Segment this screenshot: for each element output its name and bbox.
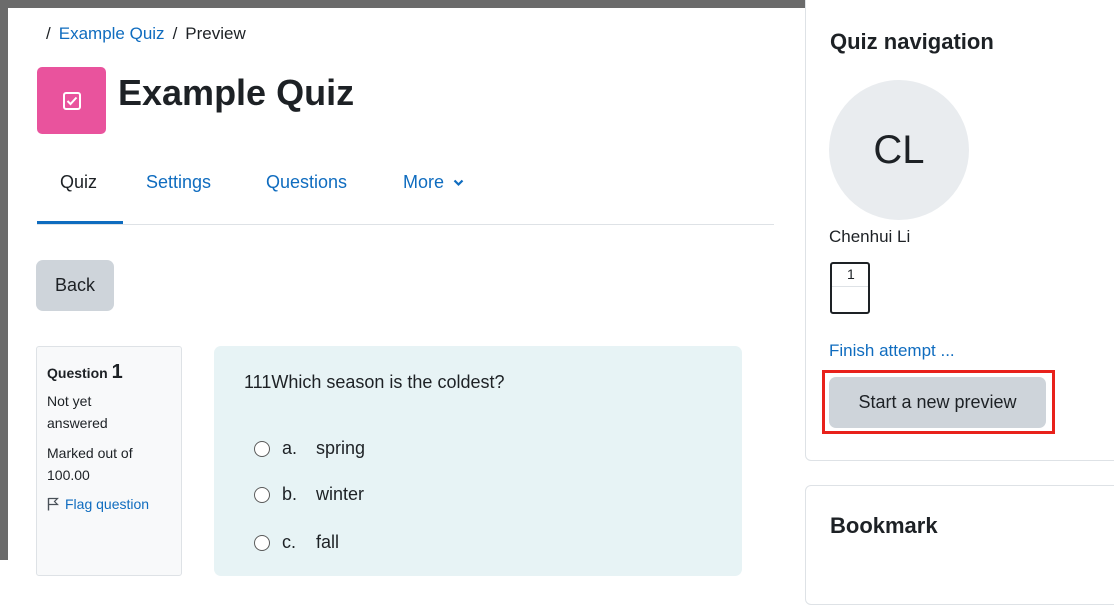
user-name: Chenhui Li [829,227,911,246]
option-letter: c. [282,532,297,552]
avatar: CL [829,80,969,220]
radio-button[interactable] [254,486,270,503]
question-label: Question [47,365,108,381]
question-number: 1 [111,361,123,383]
question-nav-button-1[interactable]: 1 [830,262,870,314]
tab-quiz[interactable]: Quiz [60,172,97,193]
radio-button[interactable] [254,440,270,457]
question-content: 111Which season is the coldest? a. sprin… [214,346,742,576]
option-letter: b. [282,484,298,504]
radio-button[interactable] [254,534,270,551]
back-button[interactable]: Back [36,260,114,311]
flag-question-label: Flag question [65,496,150,512]
breadcrumb-link-example-quiz[interactable]: Example Quiz [59,24,165,43]
answer-option-a[interactable]: a. spring [254,438,365,459]
quiz-navigation-title: Quiz navigation [830,29,994,54]
chevron-down-icon [453,179,464,187]
tab-more[interactable]: More [403,172,464,193]
window-frame-left [0,0,8,560]
option-label: spring [316,438,366,458]
option-label: winter [316,484,365,504]
tab-questions[interactable]: Questions [266,172,347,193]
highlight-box [822,370,1055,434]
bookmark-panel: Bookmark [805,485,1114,605]
page-title: Example Quiz [118,72,355,113]
breadcrumb-separator: / [46,24,51,43]
bookmark-title: Bookmark [830,513,938,538]
question-marks-line2: 100.00 [47,467,90,483]
question-marks-line1: Marked out of [47,445,133,461]
option-letter: a. [282,438,298,458]
answer-option-c[interactable]: c. fall [254,532,339,553]
answer-option-b[interactable]: b. winter [254,484,364,505]
quiz-checkbox-icon [37,67,106,134]
question-text: 111Which season is the coldest? [244,372,505,392]
breadcrumb-current: Preview [185,24,246,43]
question-info-panel: Question 1 Not yet answered Marked out o… [36,346,182,576]
tab-settings[interactable]: Settings [146,172,211,193]
flag-icon [47,497,59,511]
question-status-line2: answered [47,415,108,431]
breadcrumb-separator: / [172,24,178,43]
flag-question-link[interactable]: Flag question [47,496,171,512]
question-nav-divider [832,286,868,287]
question-status-line1: Not yet [47,393,92,409]
question-number-heading: Question 1 [47,361,171,384]
question-status: Not yet answered [47,390,171,434]
question-nav-number: 1 [847,266,855,282]
finish-attempt-link[interactable]: Finish attempt ... [829,341,955,361]
option-label: fall [316,532,340,552]
question-marks: Marked out of 100.00 [47,442,171,486]
active-tab-indicator [37,221,123,224]
breadcrumb: / Example Quiz / Preview [46,24,246,44]
tab-more-label: More [403,172,445,192]
